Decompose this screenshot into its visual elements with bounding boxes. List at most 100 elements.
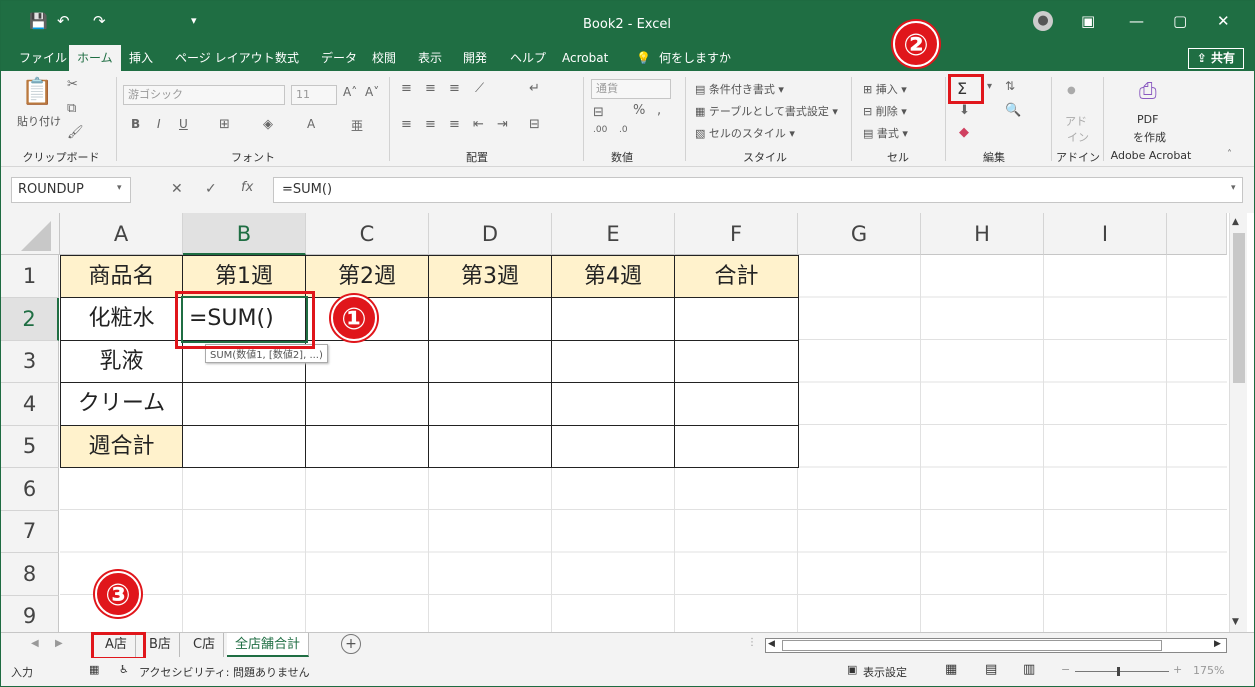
- column-header-f[interactable]: F: [675, 213, 798, 255]
- cell-d4[interactable]: [429, 383, 552, 426]
- next-sheet-icon[interactable]: ▶: [55, 638, 63, 649]
- worksheet-grid[interactable]: A B C D E F G H I 1 2 3 4 5 6 7 8 9 商品名 …: [1, 213, 1254, 632]
- prev-sheet-icon[interactable]: ◀: [31, 638, 39, 649]
- normal-view-icon[interactable]: ▦: [945, 662, 957, 677]
- column-header-c[interactable]: C: [306, 213, 429, 255]
- scroll-left-icon[interactable]: ◀: [768, 639, 775, 649]
- cell-d3[interactable]: [429, 341, 552, 383]
- tab-file[interactable]: ファイル: [19, 45, 67, 71]
- split-handle-icon[interactable]: ⋮: [747, 637, 757, 648]
- scroll-up-icon[interactable]: ▲: [1232, 217, 1239, 227]
- zoom-out-icon[interactable]: −: [1061, 663, 1070, 676]
- insert-cells-button[interactable]: ⊞ 挿入 ▾: [863, 81, 907, 97]
- comma-style-icon[interactable]: ,: [657, 103, 661, 118]
- cell-a4[interactable]: クリーム: [60, 383, 183, 426]
- create-pdf-label-1[interactable]: PDF: [1137, 113, 1158, 126]
- row-header-8[interactable]: 8: [1, 553, 59, 596]
- decrease-indent-icon[interactable]: ⇤: [473, 117, 484, 132]
- column-header-e[interactable]: E: [552, 213, 675, 255]
- paste-label[interactable]: 貼り付け: [17, 113, 61, 129]
- row-header-9[interactable]: 9: [1, 596, 59, 632]
- row-header-2[interactable]: 2: [1, 298, 59, 341]
- scroll-right-icon[interactable]: ▶: [1214, 639, 1221, 649]
- format-cells-button[interactable]: ▤ 書式 ▾: [863, 125, 908, 141]
- accounting-format-icon[interactable]: ⊟: [593, 105, 604, 120]
- zoom-level[interactable]: 175%: [1193, 664, 1224, 677]
- decrease-font-icon[interactable]: A˅: [365, 85, 379, 99]
- orientation-icon[interactable]: ⟋: [475, 81, 484, 96]
- scroll-down-icon[interactable]: ▼: [1232, 617, 1239, 627]
- sheet-tab-all-stores[interactable]: 全店舗合計: [227, 633, 310, 657]
- tab-insert[interactable]: 挿入: [129, 45, 153, 71]
- tab-review[interactable]: 校閲: [372, 45, 396, 71]
- tab-data[interactable]: データ: [321, 45, 357, 71]
- name-box[interactable]: ROUNDUP: [11, 177, 131, 203]
- display-settings-icon[interactable]: ▣: [847, 663, 857, 676]
- collapse-ribbon-icon[interactable]: ˄: [1227, 149, 1232, 160]
- phonetic-icon[interactable]: 亜: [351, 117, 363, 134]
- align-center-icon[interactable]: ≡: [425, 117, 436, 132]
- align-top-icon[interactable]: ≡: [401, 81, 412, 96]
- cell-f5[interactable]: [675, 426, 799, 468]
- increase-indent-icon[interactable]: ⇥: [497, 117, 508, 132]
- ribbon-display-icon[interactable]: ▣: [1081, 11, 1095, 31]
- accessibility-icon[interactable]: ♿: [119, 663, 129, 676]
- row-header-3[interactable]: 3: [1, 341, 59, 383]
- find-select-icon[interactable]: 🔍: [1005, 103, 1021, 118]
- name-box-dropdown-icon[interactable]: ▾: [117, 183, 122, 193]
- conditional-formatting-button[interactable]: ▤ 条件付き書式 ▾: [695, 81, 784, 97]
- column-header-h[interactable]: H: [921, 213, 1044, 255]
- column-header-i[interactable]: I: [1044, 213, 1167, 255]
- cell-b4[interactable]: [183, 383, 306, 426]
- maximize-icon[interactable]: ▢: [1173, 11, 1187, 31]
- percent-button[interactable]: %: [633, 103, 645, 118]
- horizontal-scroll-thumb[interactable]: [782, 640, 1162, 651]
- column-header-j[interactable]: [1167, 213, 1227, 255]
- border-icon[interactable]: ⊞: [219, 117, 230, 132]
- tell-me-search[interactable]: 何をしますか: [659, 45, 731, 71]
- merge-center-icon[interactable]: ⊟: [529, 117, 540, 132]
- align-middle-icon[interactable]: ≡: [425, 81, 436, 96]
- column-header-b[interactable]: B: [183, 213, 306, 255]
- wrap-text-icon[interactable]: ↵: [529, 81, 540, 96]
- zoom-slider[interactable]: [1075, 671, 1169, 672]
- tab-acrobat[interactable]: Acrobat: [562, 45, 608, 71]
- redo-icon[interactable]: ↷: [93, 11, 106, 31]
- bold-button[interactable]: B: [131, 117, 140, 131]
- fill-color-icon[interactable]: ◈: [263, 117, 273, 132]
- decrease-decimal-icon[interactable]: .0: [619, 125, 628, 135]
- macro-record-icon[interactable]: ▦: [89, 663, 99, 676]
- row-header-7[interactable]: 7: [1, 511, 59, 553]
- cell-c5[interactable]: [306, 426, 429, 468]
- cell-d1[interactable]: 第3週: [429, 255, 552, 298]
- number-format-combo[interactable]: 通貨: [591, 79, 671, 99]
- format-as-table-button[interactable]: ▦ テーブルとして書式設定 ▾: [695, 103, 838, 119]
- cell-e4[interactable]: [552, 383, 675, 426]
- page-layout-view-icon[interactable]: ▤: [985, 662, 997, 677]
- tab-home[interactable]: ホーム: [69, 45, 121, 71]
- increase-font-icon[interactable]: A˄: [343, 85, 357, 99]
- close-icon[interactable]: ✕: [1217, 11, 1230, 31]
- paste-icon[interactable]: 📋: [21, 77, 53, 107]
- cell-styles-button[interactable]: ▧ セルのスタイル ▾: [695, 125, 795, 141]
- sheet-tab-c[interactable]: C店: [185, 633, 225, 657]
- display-settings-label[interactable]: 表示設定: [863, 664, 907, 680]
- cell-d2[interactable]: [429, 298, 552, 341]
- font-name-combo[interactable]: 游ゴシック: [123, 85, 285, 105]
- page-break-view-icon[interactable]: ▥: [1023, 662, 1035, 677]
- delete-cells-button[interactable]: ⊟ 削除 ▾: [863, 103, 907, 119]
- align-bottom-icon[interactable]: ≡: [449, 81, 460, 96]
- select-all-corner[interactable]: [1, 213, 60, 255]
- cell-e1[interactable]: 第4週: [552, 255, 675, 298]
- create-pdf-label-2[interactable]: を作成: [1133, 129, 1166, 145]
- tab-page-layout[interactable]: ページ レイアウト: [175, 45, 275, 71]
- font-size-combo[interactable]: 11: [291, 85, 337, 105]
- cancel-entry-icon[interactable]: ✕: [171, 181, 183, 197]
- align-left-icon[interactable]: ≡: [401, 117, 412, 132]
- addins-icon[interactable]: ●: [1067, 85, 1076, 96]
- undo-icon[interactable]: ↶: [57, 11, 70, 31]
- tab-help[interactable]: ヘルプ: [510, 45, 546, 71]
- tab-formulas[interactable]: 数式: [275, 45, 299, 71]
- cell-c1[interactable]: 第2週: [306, 255, 429, 298]
- share-button[interactable]: ⇪ 共有: [1187, 48, 1244, 69]
